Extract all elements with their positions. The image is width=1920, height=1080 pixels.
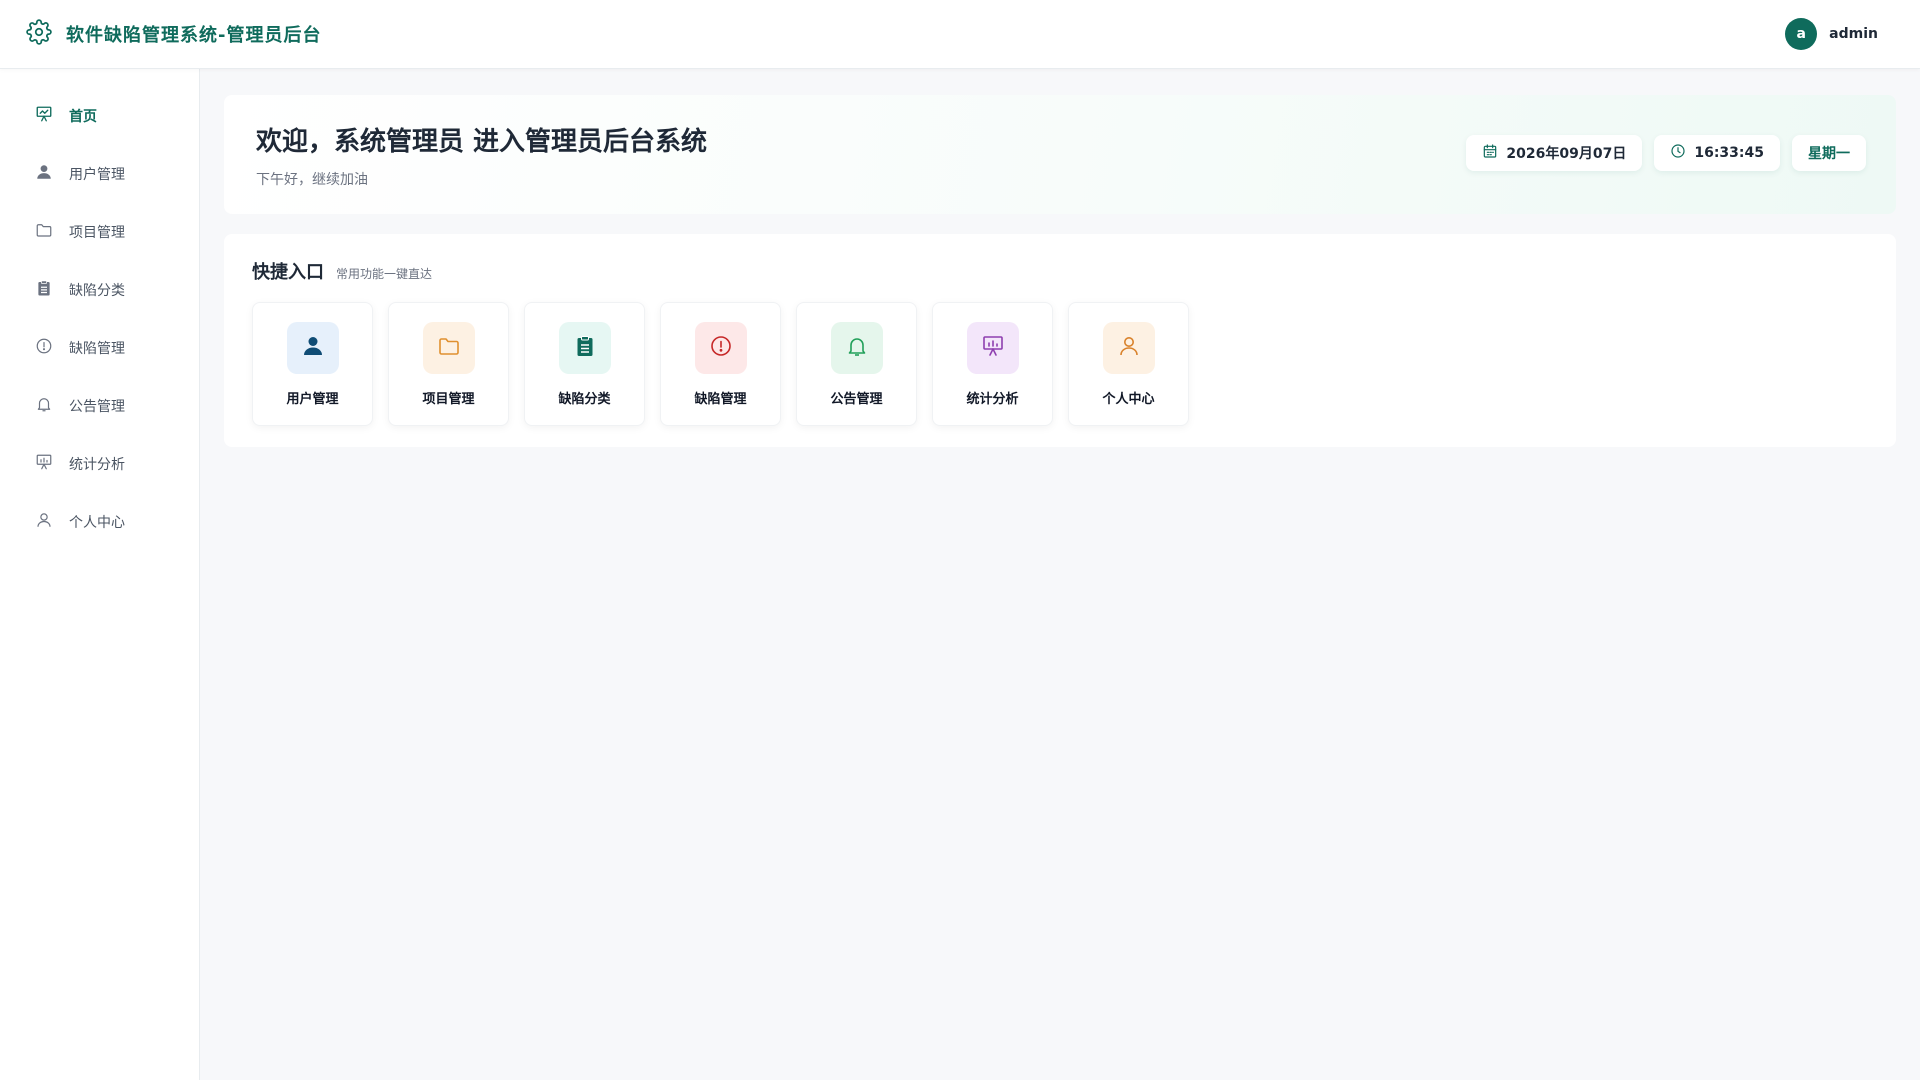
sidebar-item-label: 首页 [69,109,97,125]
quick-access-cards: 用户管理 项目管理 缺陷分类 缺陷管理 公告管理 统计分析 个人中心 [252,302,1189,426]
quick-card-label: 用户管理 [286,392,339,407]
folder-icon [437,334,461,362]
quick-card-label: 缺陷管理 [694,392,747,407]
card-icon-box [558,322,611,374]
quick-card-label: 缺陷分类 [558,392,611,407]
calendar-icon [1482,143,1498,163]
quick-access-subtitle: 常用功能一键直达 [336,267,433,281]
card-icon-box [422,322,475,374]
weekday-chip: 星期一 [1792,135,1866,171]
quick-card-announcements[interactable]: 公告管理 [796,302,917,426]
gear-icon[interactable] [26,19,52,49]
weekday-text: 星期一 [1808,146,1850,162]
sidebar-item-label: 缺陷分类 [69,283,125,299]
quick-card-defects[interactable]: 缺陷管理 [660,302,781,426]
quick-card-label: 个人中心 [1102,392,1155,407]
quick-card-label: 统计分析 [966,392,1019,407]
quick-card-profile[interactable]: 个人中心 [1068,302,1189,426]
quick-card-projects[interactable]: 项目管理 [388,302,509,426]
sidebar-item-statistics[interactable]: 统计分析 [0,435,199,493]
quick-card-users[interactable]: 用户管理 [252,302,373,426]
sidebar-item-label: 个人中心 [69,515,125,531]
user-filled-icon [35,163,53,185]
user-menu[interactable]: a admin [1785,18,1878,50]
alert-circle-icon [35,337,53,359]
bell-icon [35,395,53,417]
folder-icon [35,221,53,243]
card-icon-box [830,322,883,374]
app-title: 软件缺陷管理系统-管理员后台 [66,25,322,46]
sidebar-item-projects[interactable]: 项目管理 [0,203,199,261]
sidebar-item-label: 公告管理 [69,399,125,415]
quick-access-header: 快捷入口 常用功能一键直达 [252,258,432,284]
quick-card-defect-categories[interactable]: 缺陷分类 [524,302,645,426]
username[interactable]: admin [1829,26,1878,42]
sidebar-item-defect-categories[interactable]: 缺陷分类 [0,261,199,319]
quick-card-statistics[interactable]: 统计分析 [932,302,1053,426]
main-content: 欢迎，系统管理员 进入管理员后台系统 下午好，继续加油 2026年09月07日 … [200,69,1920,1080]
sidebar-item-home[interactable]: 首页 [0,87,199,145]
presentation-chart-icon [35,105,53,127]
datetime-chips: 2026年09月07日 16:33:45 星期一 [1466,135,1866,171]
clock-icon [1670,143,1686,163]
quick-card-label: 公告管理 [830,392,883,407]
date-chip: 2026年09月07日 [1466,135,1643,171]
top-header: 软件缺陷管理系统-管理员后台 a admin [0,0,1920,69]
quick-access-title: 快捷入口 [252,262,324,283]
welcome-title: 欢迎，系统管理员 进入管理员后台系统 [256,127,708,157]
date-text: 2026年09月07日 [1506,146,1627,162]
card-icon-box [1102,322,1155,374]
welcome-subtitle: 下午好，继续加油 [256,172,368,188]
sidebar-item-label: 缺陷管理 [69,341,125,357]
time-text: 16:33:45 [1694,145,1764,161]
sidebar-item-label: 项目管理 [69,225,125,241]
sidebar-item-announcements[interactable]: 公告管理 [0,377,199,435]
presentation-chart-icon [981,334,1005,362]
sidebar-item-label: 用户管理 [69,167,125,183]
quick-access-panel: 快捷入口 常用功能一键直达 用户管理 项目管理 缺陷分类 缺陷管理 公告管理 统… [224,234,1896,447]
user-outline-icon [1117,334,1141,362]
sidebar-item-defects[interactable]: 缺陷管理 [0,319,199,377]
presentation-chart-icon [35,453,53,475]
time-chip: 16:33:45 [1654,135,1780,171]
alert-circle-icon [709,334,733,362]
sidebar-item-users[interactable]: 用户管理 [0,145,199,203]
quick-card-label: 项目管理 [422,392,475,407]
bell-icon [845,334,869,362]
card-icon-box [286,322,339,374]
user-filled-icon [301,334,325,362]
user-outline-icon [35,511,53,533]
card-icon-box [694,322,747,374]
card-icon-box [966,322,1019,374]
sidebar: 首页 用户管理 项目管理 缺陷分类 缺陷管理 公告管理 统计分析 个人中心 [0,69,200,1080]
clipboard-icon [573,334,597,362]
sidebar-item-profile[interactable]: 个人中心 [0,493,199,551]
sidebar-item-label: 统计分析 [69,457,125,473]
avatar[interactable]: a [1785,18,1818,50]
brand: 软件缺陷管理系统-管理员后台 [26,19,321,49]
welcome-banner: 欢迎，系统管理员 进入管理员后台系统 下午好，继续加油 2026年09月07日 … [224,95,1896,214]
clipboard-icon [35,279,53,301]
